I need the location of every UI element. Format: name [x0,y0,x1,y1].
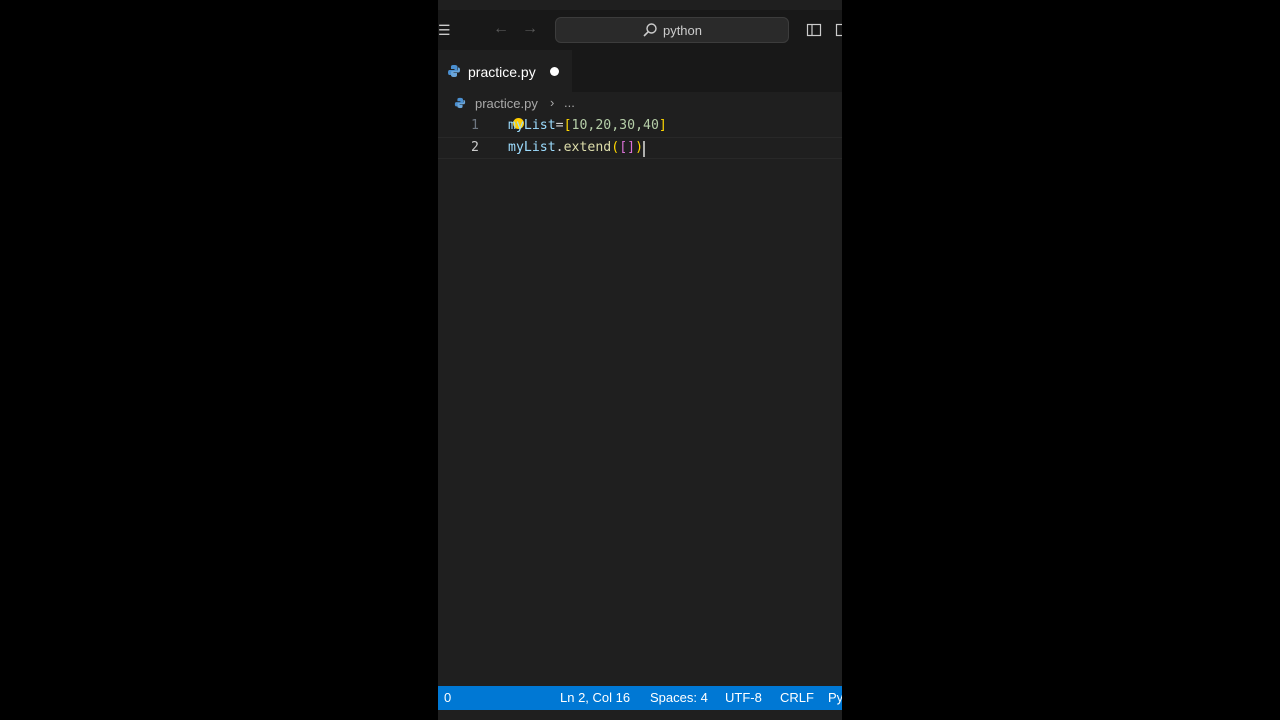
tab-label: practice.py [468,64,536,80]
line-code: myList.extend([]) [508,138,643,158]
code-token: extend [563,140,612,155]
title-bar: ☰ ← → python [438,10,842,50]
breadcrumb: practice.py › ... [438,93,842,115]
status-cursor-position[interactable]: Ln 2, Col 16 [560,686,630,710]
chevron-right-icon: › [550,95,555,110]
python-file-icon [448,65,460,77]
tab-bar: practice.py [438,50,842,92]
code-token: [ [563,118,572,133]
breadcrumb-file[interactable]: practice.py [475,96,538,111]
line-code: myList=[10,20,30,40] [508,115,667,137]
code-token: ( [611,140,620,155]
search-icon [643,23,657,37]
code-token: ) [635,140,644,155]
arrow-left-icon[interactable]: ← [493,21,509,37]
vscode-window: ☰ ← → python practice.py practice.py › .… [438,0,842,720]
layout-panel-icon[interactable] [835,22,842,38]
arrow-right-icon[interactable]: → [522,21,538,37]
text-cursor [643,141,645,157]
code-token: 10,20,30,40 [571,118,659,133]
tab-practice-py[interactable]: practice.py [438,50,572,92]
status-language[interactable]: Py [828,686,842,710]
line-number: 2 [471,140,479,155]
status-bar: 0 Ln 2, Col 16 Spaces: 4 UTF-8 CRLF Py [438,686,842,710]
status-indentation[interactable]: Spaces: 4 [650,686,708,710]
code-line[interactable]: 1 myList=[10,20,30,40] [438,115,842,137]
code-token: myList [508,140,556,155]
status-eol[interactable]: CRLF [780,686,814,710]
code-token: ] [627,140,636,155]
layout-sidebar-icon[interactable] [806,22,822,38]
code-line-current[interactable]: 2 myList.extend([]) [438,137,842,159]
status-problems[interactable]: 0 [444,686,451,710]
status-encoding[interactable]: UTF-8 [725,686,762,710]
code-editor[interactable]: 1 myList=[10,20,30,40] 2 myList.extend([… [438,115,842,685]
search-text: python [662,22,703,38]
unsaved-dot-icon[interactable] [550,67,559,76]
breadcrumb-more[interactable]: ... [564,95,575,110]
code-token: [ [619,140,628,155]
code-token: . [555,140,564,155]
code-token: = [555,118,564,133]
code-token: myList [508,118,556,133]
command-center-search[interactable]: python [555,17,789,43]
menu-icon[interactable]: ☰ [438,23,451,37]
python-file-icon [454,97,466,109]
line-number: 1 [471,118,479,133]
code-token: ] [658,118,667,133]
